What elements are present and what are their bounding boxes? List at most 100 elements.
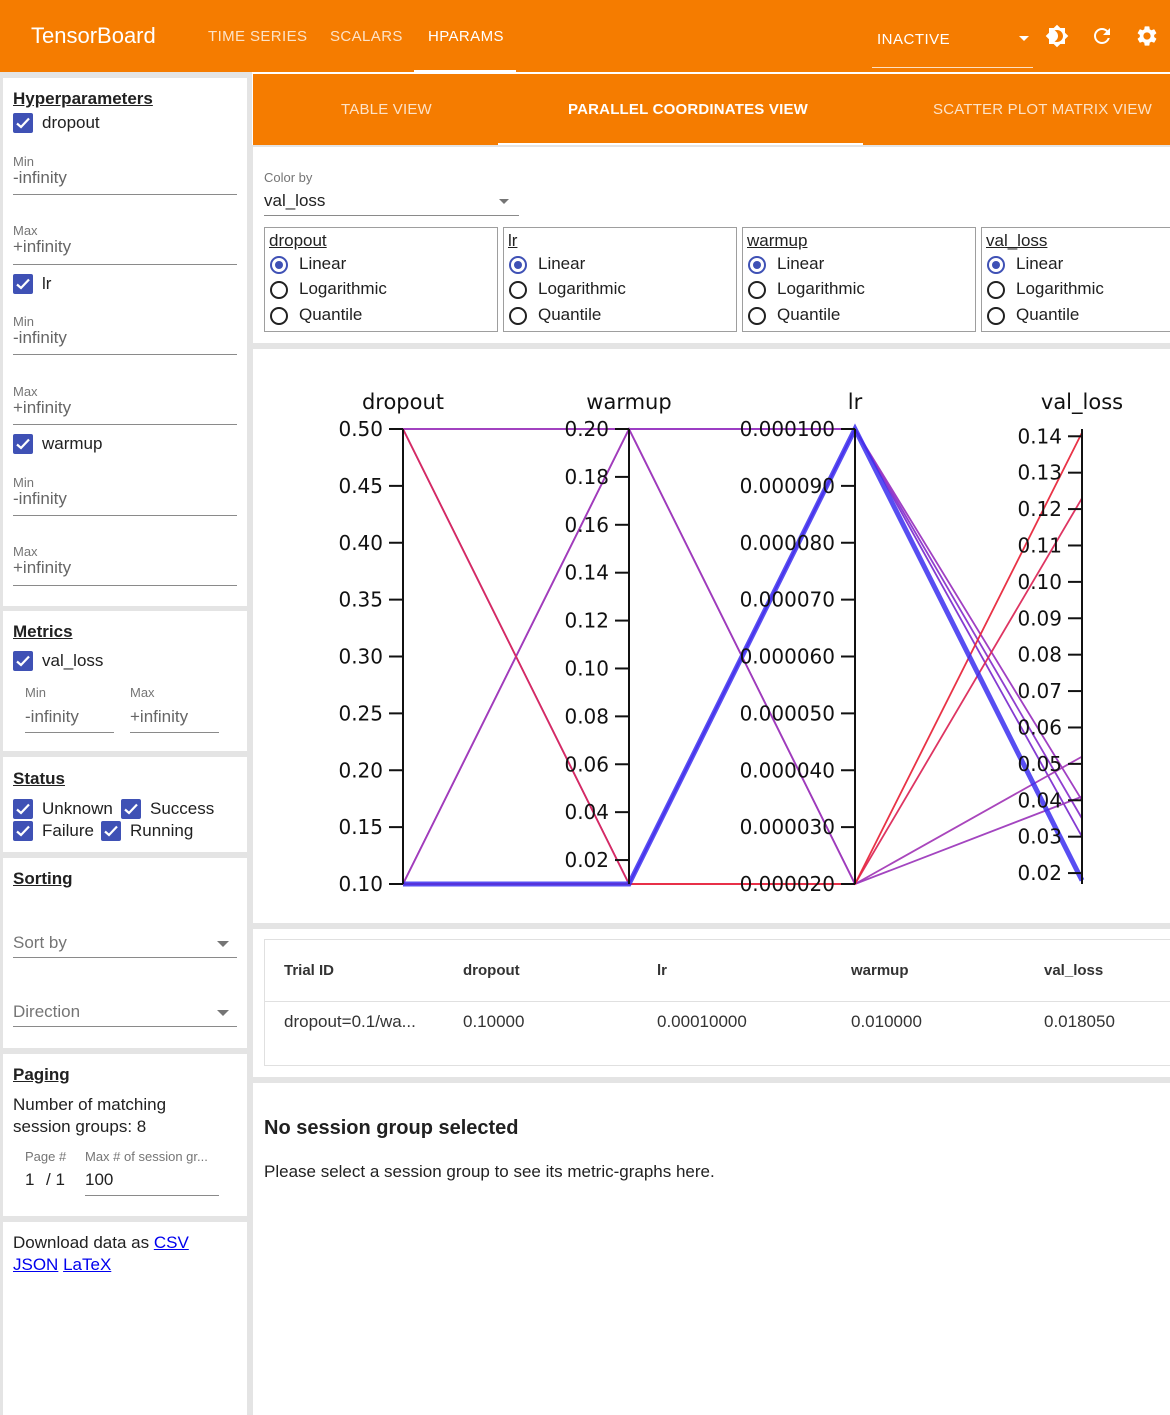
- status-success-checkbox[interactable]: [121, 799, 141, 819]
- axis-tick-label: 0.25: [338, 701, 383, 725]
- tab-table-view[interactable]: TABLE VIEW: [341, 101, 432, 118]
- dropout-logarithmic-radio[interactable]: [270, 281, 288, 299]
- field-underline: [25, 732, 114, 733]
- lr-logarithmic-label: Logarithmic: [538, 279, 626, 298]
- tab-scalars[interactable]: SCALARS: [330, 28, 403, 45]
- axis-tick-label: 0.30: [338, 645, 383, 669]
- session-table-panel: [253, 929, 1170, 1077]
- lr-label: lr: [42, 274, 52, 293]
- dropout-scale-box: dropout Linear Logarithmic Quantile: [264, 227, 498, 332]
- axis-tick-label: 0.02: [564, 848, 609, 872]
- val-loss-logarithmic-label: Logarithmic: [1016, 279, 1104, 298]
- lr-logarithmic-radio[interactable]: [509, 281, 527, 299]
- matching-groups-text: Number of matching session groups: 8: [13, 1095, 167, 1136]
- status-running-checkbox[interactable]: [101, 821, 121, 841]
- run-select-value: INACTIVE: [877, 31, 951, 48]
- axis-tick-label: 0.000090: [740, 474, 835, 498]
- warmup-scale-title: warmup: [747, 231, 808, 250]
- val-loss-quantile-radio[interactable]: [987, 307, 1005, 325]
- parallel-coordinates-chart[interactable]: dropout 0.50 0.45 0.40 0.35 0.30 0.25 0.20 0.15 0…: [253, 349, 1170, 923]
- lr-min-input[interactable]: -infinity: [13, 328, 67, 348]
- active-view-indicator: [498, 143, 863, 145]
- lr-checkbox[interactable]: [13, 274, 33, 294]
- download-json-link[interactable]: JSON: [13, 1255, 58, 1274]
- axis-tick-label: 0.35: [338, 588, 383, 612]
- dropout-checkbox[interactable]: [13, 113, 33, 133]
- field-underline: [13, 424, 237, 425]
- warmup-min-input[interactable]: -infinity: [13, 489, 67, 509]
- dropout-quantile-radio[interactable]: [270, 307, 288, 325]
- axis-tick-label: 0.16: [564, 513, 609, 537]
- tab-parallel-coordinates-view[interactable]: PARALLEL COORDINATES VIEW: [568, 101, 808, 118]
- dropout-axis-title: dropout: [362, 390, 444, 414]
- lr-max-input[interactable]: +infinity: [13, 398, 71, 418]
- header-val-loss[interactable]: val_loss: [1044, 962, 1103, 979]
- page-number-input[interactable]: 1: [25, 1170, 34, 1190]
- val-loss-max-input[interactable]: +infinity: [130, 707, 188, 727]
- download-latex-link[interactable]: LaTeX: [63, 1255, 111, 1274]
- tab-hparams[interactable]: HPARAMS: [428, 28, 504, 45]
- cell-warmup: 0.010000: [851, 1012, 922, 1031]
- hyperparameters-card: Hyperparameters dropout Min -infinity Ma…: [3, 78, 247, 606]
- header-dropout[interactable]: dropout: [463, 962, 520, 979]
- field-underline: [264, 215, 519, 216]
- field-underline: [13, 515, 237, 516]
- download-csv-link[interactable]: CSV: [154, 1233, 189, 1252]
- axis-tick-label: 0.000050: [740, 701, 835, 725]
- axis-tick-label: 0.03: [1017, 825, 1062, 849]
- status-failure-checkbox[interactable]: [13, 821, 33, 841]
- warmup-logarithmic-radio[interactable]: [748, 281, 766, 299]
- warmup-label: warmup: [42, 434, 103, 453]
- lr-quantile-radio[interactable]: [509, 307, 527, 325]
- run-select[interactable]: INACTIVE: [872, 12, 1033, 68]
- settings-icon[interactable]: [1135, 24, 1159, 48]
- lr-linear-radio[interactable]: [509, 256, 527, 274]
- session-group-message: Please select a session group to see its…: [264, 1162, 715, 1181]
- axis-tick-label: 0.04: [564, 800, 609, 824]
- header-warmup[interactable]: warmup: [851, 962, 909, 979]
- direction-placeholder: Direction: [13, 1002, 81, 1021]
- lr-linear-label: Linear: [538, 254, 586, 273]
- sorting-title: Sorting: [13, 869, 73, 888]
- color-by-value: val_loss: [264, 191, 326, 210]
- axis-tick-label: 0.000030: [740, 815, 835, 839]
- dropout-min-input[interactable]: -infinity: [13, 168, 67, 188]
- check-icon: [16, 438, 30, 450]
- session-group-title: No session group selected: [264, 1117, 519, 1139]
- max-groups-input[interactable]: 100: [85, 1170, 113, 1190]
- warmup-quantile-radio[interactable]: [748, 307, 766, 325]
- status-card: Status Unknown Success Failure Running: [3, 757, 247, 852]
- dropout-linear-radio[interactable]: [270, 256, 288, 274]
- val-loss-min-input[interactable]: -infinity: [25, 707, 79, 727]
- warmup-linear-radio[interactable]: [748, 256, 766, 274]
- download-card: Download data as CSV JSON LaTeX: [3, 1222, 247, 1415]
- axis-tick-label: 0.000100: [740, 417, 835, 441]
- tab-scatter-plot-matrix-view[interactable]: SCATTER PLOT MATRIX VIEW: [933, 101, 1152, 118]
- sort-by-placeholder: Sort by: [13, 933, 67, 952]
- axis-tick-label: 0.06: [564, 752, 609, 776]
- axis-tick-label: 0.10: [338, 872, 383, 896]
- dropout-scale-title: dropout: [269, 231, 327, 250]
- axis-tick-label: 0.000080: [740, 531, 835, 555]
- brightness-icon[interactable]: [1045, 24, 1069, 48]
- download-prefix: Download data as: [13, 1233, 150, 1252]
- header-trial-id[interactable]: Trial ID: [284, 962, 334, 979]
- axis-tick-label: 0.11: [1017, 533, 1062, 557]
- warmup-max-input[interactable]: +infinity: [13, 558, 71, 578]
- axis-tick-label: 0.10: [1017, 570, 1062, 594]
- val-loss-label: val_loss: [42, 651, 104, 670]
- status-unknown-checkbox[interactable]: [13, 799, 33, 819]
- refresh-icon[interactable]: [1090, 24, 1114, 48]
- val-loss-logarithmic-radio[interactable]: [987, 281, 1005, 299]
- val-loss-linear-radio[interactable]: [987, 256, 1005, 274]
- tab-time-series[interactable]: TIME SERIES: [208, 28, 307, 45]
- val-loss-checkbox[interactable]: [13, 651, 33, 671]
- warmup-scale-box: warmup Linear Logarithmic Quantile: [742, 227, 976, 332]
- warmup-axis-title: warmup: [586, 390, 671, 414]
- axis-tick-label: 0.000040: [740, 758, 835, 782]
- app-brand[interactable]: TensorBoard: [31, 23, 156, 49]
- dropout-max-input[interactable]: +infinity: [13, 237, 71, 257]
- warmup-checkbox[interactable]: [13, 434, 33, 454]
- dropout-min-label: Min: [13, 154, 34, 169]
- header-lr[interactable]: lr: [657, 962, 667, 979]
